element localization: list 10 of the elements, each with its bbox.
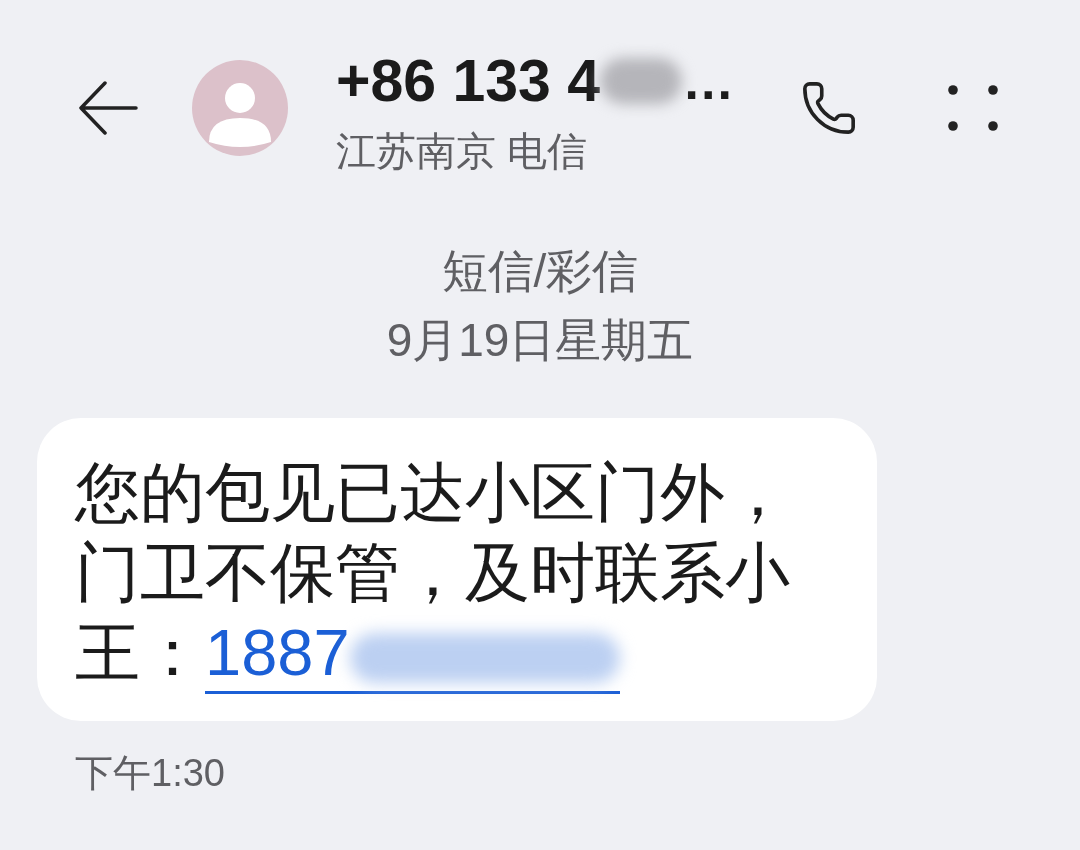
message-type-label: 短信/彩信: [441, 244, 639, 299]
back-arrow-icon: [78, 80, 138, 135]
message-text: 您的包见已达小区门外，门卫不保管，及时联系小王：1887: [75, 453, 815, 694]
message-time: 下午1:30: [75, 751, 225, 795]
date-label: 9月19日星期五: [386, 313, 694, 368]
phone-link[interactable]: 1887: [205, 615, 620, 694]
four-dots-icon: [948, 84, 998, 131]
truncation-ellipsis: …: [682, 51, 735, 112]
contact-location: 江苏南京 电信: [336, 128, 588, 175]
contact-number: +86 133 4: [336, 48, 601, 114]
